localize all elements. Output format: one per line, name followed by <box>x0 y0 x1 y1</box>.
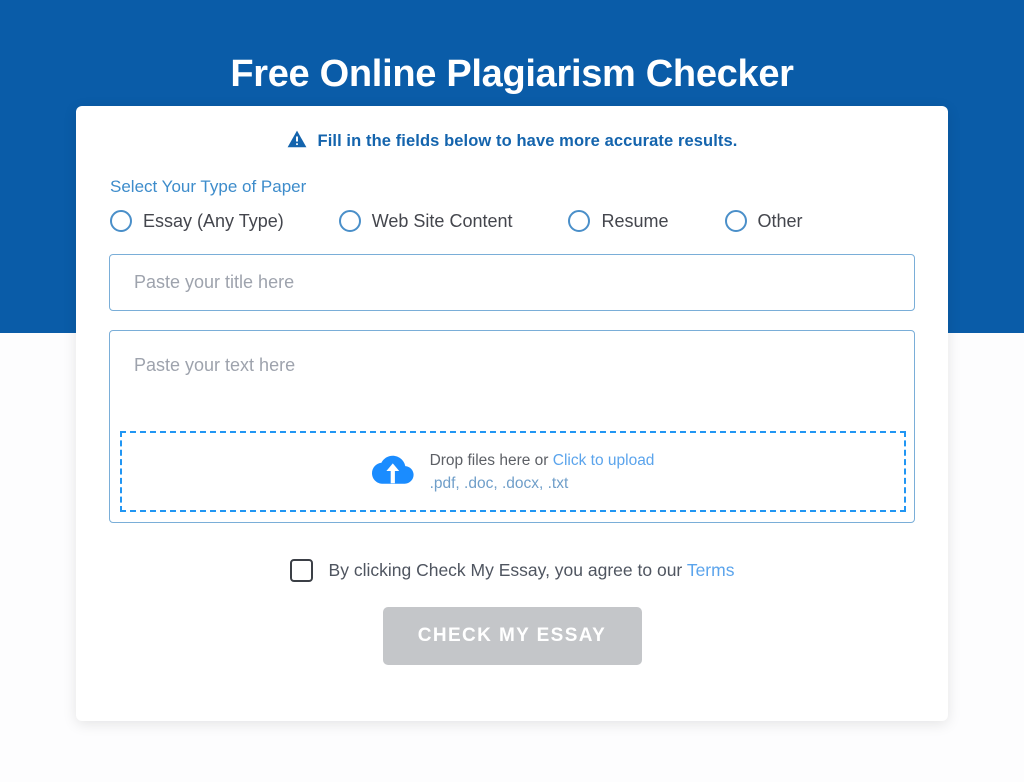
terms-link[interactable]: Terms <box>687 560 735 580</box>
radio-label-essay: Essay (Any Type) <box>143 210 284 231</box>
terms-text: By clicking Check My Essay, you agree to… <box>329 560 735 581</box>
dropzone-texts: Drop files here or Click to upload .pdf,… <box>430 449 655 495</box>
notice-banner: Fill in the fields below to have more ac… <box>76 130 948 153</box>
radio-label-resume: Resume <box>601 210 669 231</box>
dropzone-prompt-text: Drop files here or <box>429 451 553 469</box>
radio-option-resume[interactable]: Resume <box>568 210 669 232</box>
notice-text: Fill in the fields below to have more ac… <box>317 132 738 150</box>
dropzone-prompt: Drop files here or Click to upload <box>430 449 655 472</box>
radio-circle-icon[interactable] <box>338 210 361 232</box>
terms-row: By clicking Check My Essay, you agree to… <box>76 559 948 582</box>
radio-option-web-site-content[interactable]: Web Site Content <box>338 210 513 232</box>
radio-label-other: Other <box>757 210 803 231</box>
text-input[interactable] <box>110 331 914 423</box>
paper-type-label: Select Your Type of Paper <box>110 177 307 196</box>
dropzone-upload-link[interactable]: Click to upload <box>553 452 655 469</box>
title-input[interactable] <box>109 254 915 311</box>
paper-type-radio-group: Essay (Any Type) Web Site Content Resume… <box>110 210 948 232</box>
terms-text-body: By clicking Check My Essay, you agree to… <box>328 560 687 580</box>
radio-circle-icon[interactable] <box>110 210 132 232</box>
plagiarism-checker-card: Fill in the fields below to have more ac… <box>76 106 948 721</box>
radio-option-essay[interactable]: Essay (Any Type) <box>110 210 284 232</box>
warning-triangle-icon <box>287 130 307 153</box>
text-input-container: Drop files here or Click to upload .pdf,… <box>109 330 915 523</box>
submit-row: CHECK MY ESSAY <box>76 607 948 665</box>
terms-checkbox[interactable] <box>289 559 313 582</box>
check-my-essay-button[interactable]: CHECK MY ESSAY <box>382 607 642 665</box>
radio-circle-icon[interactable] <box>568 210 591 232</box>
radio-option-other[interactable]: Other <box>724 210 803 232</box>
file-dropzone[interactable]: Drop files here or Click to upload .pdf,… <box>120 431 906 512</box>
radio-circle-icon[interactable] <box>724 210 747 232</box>
radio-label-web-site-content: Web Site Content <box>371 210 513 231</box>
page-title: Free Online Plagiarism Checker <box>230 53 794 96</box>
dropzone-formats: .pdf, .doc, .docx, .txt <box>429 474 569 492</box>
cloud-upload-icon <box>371 454 414 490</box>
